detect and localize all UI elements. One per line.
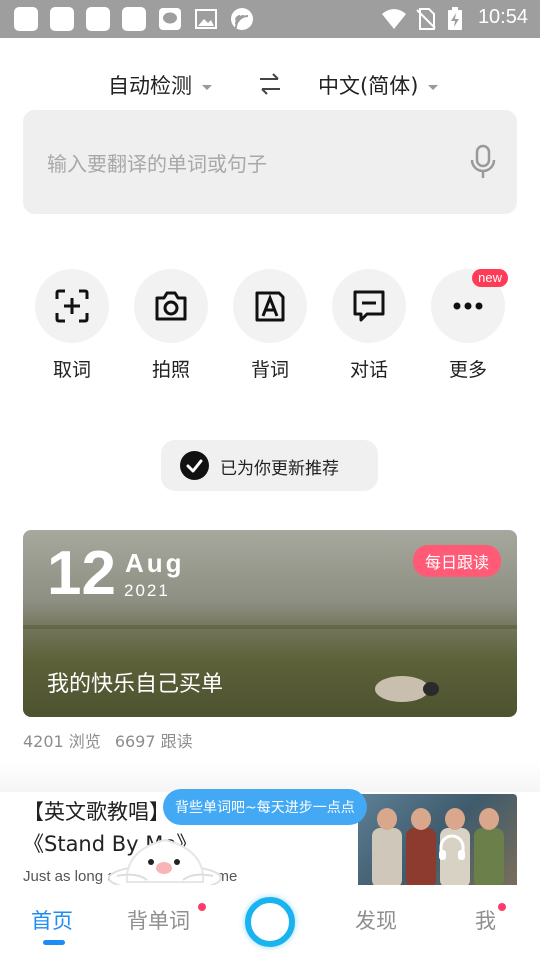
notification-dot [498,903,506,911]
language-bar: 自动检测 中文(简体) [0,64,540,104]
feature-scan[interactable]: 取词 [34,269,110,382]
daily-reading-card[interactable]: 12 Aug 2021 每日跟读 我的快乐自己买单 [23,530,517,717]
nav-label: 首页 [31,909,73,933]
image-icon [195,9,217,29]
microphone-icon[interactable] [469,144,497,180]
scan-add-icon [55,289,89,323]
feature-label: 背词 [250,359,289,381]
recommendation-updated-notice: 已为你更新推荐 [161,440,378,491]
battery-charging-icon [448,7,462,30]
camera-button[interactable] [134,269,208,343]
feature-memorize[interactable]: 背词 [232,269,308,382]
nav-label: 背单词 [127,909,190,933]
notification-icon [86,7,110,31]
person-figure [474,828,504,886]
new-badge: new [472,269,508,287]
follow-count: 6697 跟读 [114,732,193,751]
daily-follow-read-badge[interactable]: 每日跟读 [412,545,501,577]
background-image [23,625,517,629]
person-head [377,808,397,830]
daily-day: 12 [47,539,116,608]
bottom-navigation: 首页 背单词 发现 我 [0,885,540,960]
person-head [445,808,465,830]
daily-stats: 4201 浏览 6697 跟读 [23,728,207,752]
daily-title: 我的快乐自己买单 [47,672,224,697]
nav-home[interactable]: 首页 [31,905,73,945]
feature-label: 取词 [52,359,91,381]
notification-dot [198,903,206,911]
feature-label: 更多 [448,359,487,381]
cast-icon [231,8,253,30]
swap-icon[interactable] [258,72,282,96]
views-count: 4201 浏览 [23,732,101,751]
search-placeholder: 输入要翻译的单词或句子 [47,152,267,176]
feature-dialogue[interactable]: 对话 [331,269,407,382]
source-language-selector[interactable]: 自动检测 [108,70,212,100]
notification-icon [122,7,146,31]
nav-vocabulary[interactable]: 背单词 [127,905,190,935]
headphones-icon [439,834,465,860]
notification-icon [14,7,38,31]
wifi-icon [382,9,406,29]
person-figure [372,828,402,886]
translate-input[interactable]: 输入要翻译的单词或句子 [23,110,517,214]
person-head [479,808,499,830]
nav-me[interactable]: 我 [475,905,496,935]
mascot-icon[interactable] [107,832,223,892]
person-figure [406,828,436,886]
target-language-label: 中文(简体) [318,74,419,98]
notification-icon [50,7,74,31]
chevron-down-icon [202,84,212,90]
source-language-label: 自动检测 [108,74,192,98]
feature-camera[interactable]: 拍照 [133,269,209,382]
daily-month: Aug [125,548,185,578]
active-indicator [43,940,65,945]
assistant-ring-icon[interactable] [245,897,295,947]
letter-card-icon [255,291,285,322]
camera-icon [155,291,187,321]
feature-more[interactable]: new 更多 [430,269,508,382]
chat-icon [353,290,385,322]
chevron-down-icon [428,84,439,90]
person-head [411,808,431,830]
check-icon [180,451,209,480]
status-bar: 10:54 [0,0,540,38]
status-time: 10:54 [477,6,528,28]
nav-discover[interactable]: 发现 [355,905,397,935]
divider [0,762,540,792]
mascot-tip-bubble[interactable]: 背些单词吧~每天进步一点点 [163,789,367,825]
message-icon [159,8,181,30]
nav-label: 发现 [355,909,397,933]
dialogue-button[interactable] [332,269,406,343]
daily-year: 2021 [124,581,170,600]
scan-button[interactable] [35,269,109,343]
sheep-image [375,676,429,702]
memorize-button[interactable] [233,269,307,343]
sheep-head [423,682,439,696]
updated-text: 已为你更新推荐 [220,459,339,479]
feature-label: 对话 [349,359,388,381]
target-language-selector[interactable]: 中文(简体) [318,70,439,100]
no-sim-icon [416,8,436,30]
feature-label: 拍照 [151,359,190,381]
nav-label: 我 [475,909,496,933]
more-icon [453,302,483,310]
